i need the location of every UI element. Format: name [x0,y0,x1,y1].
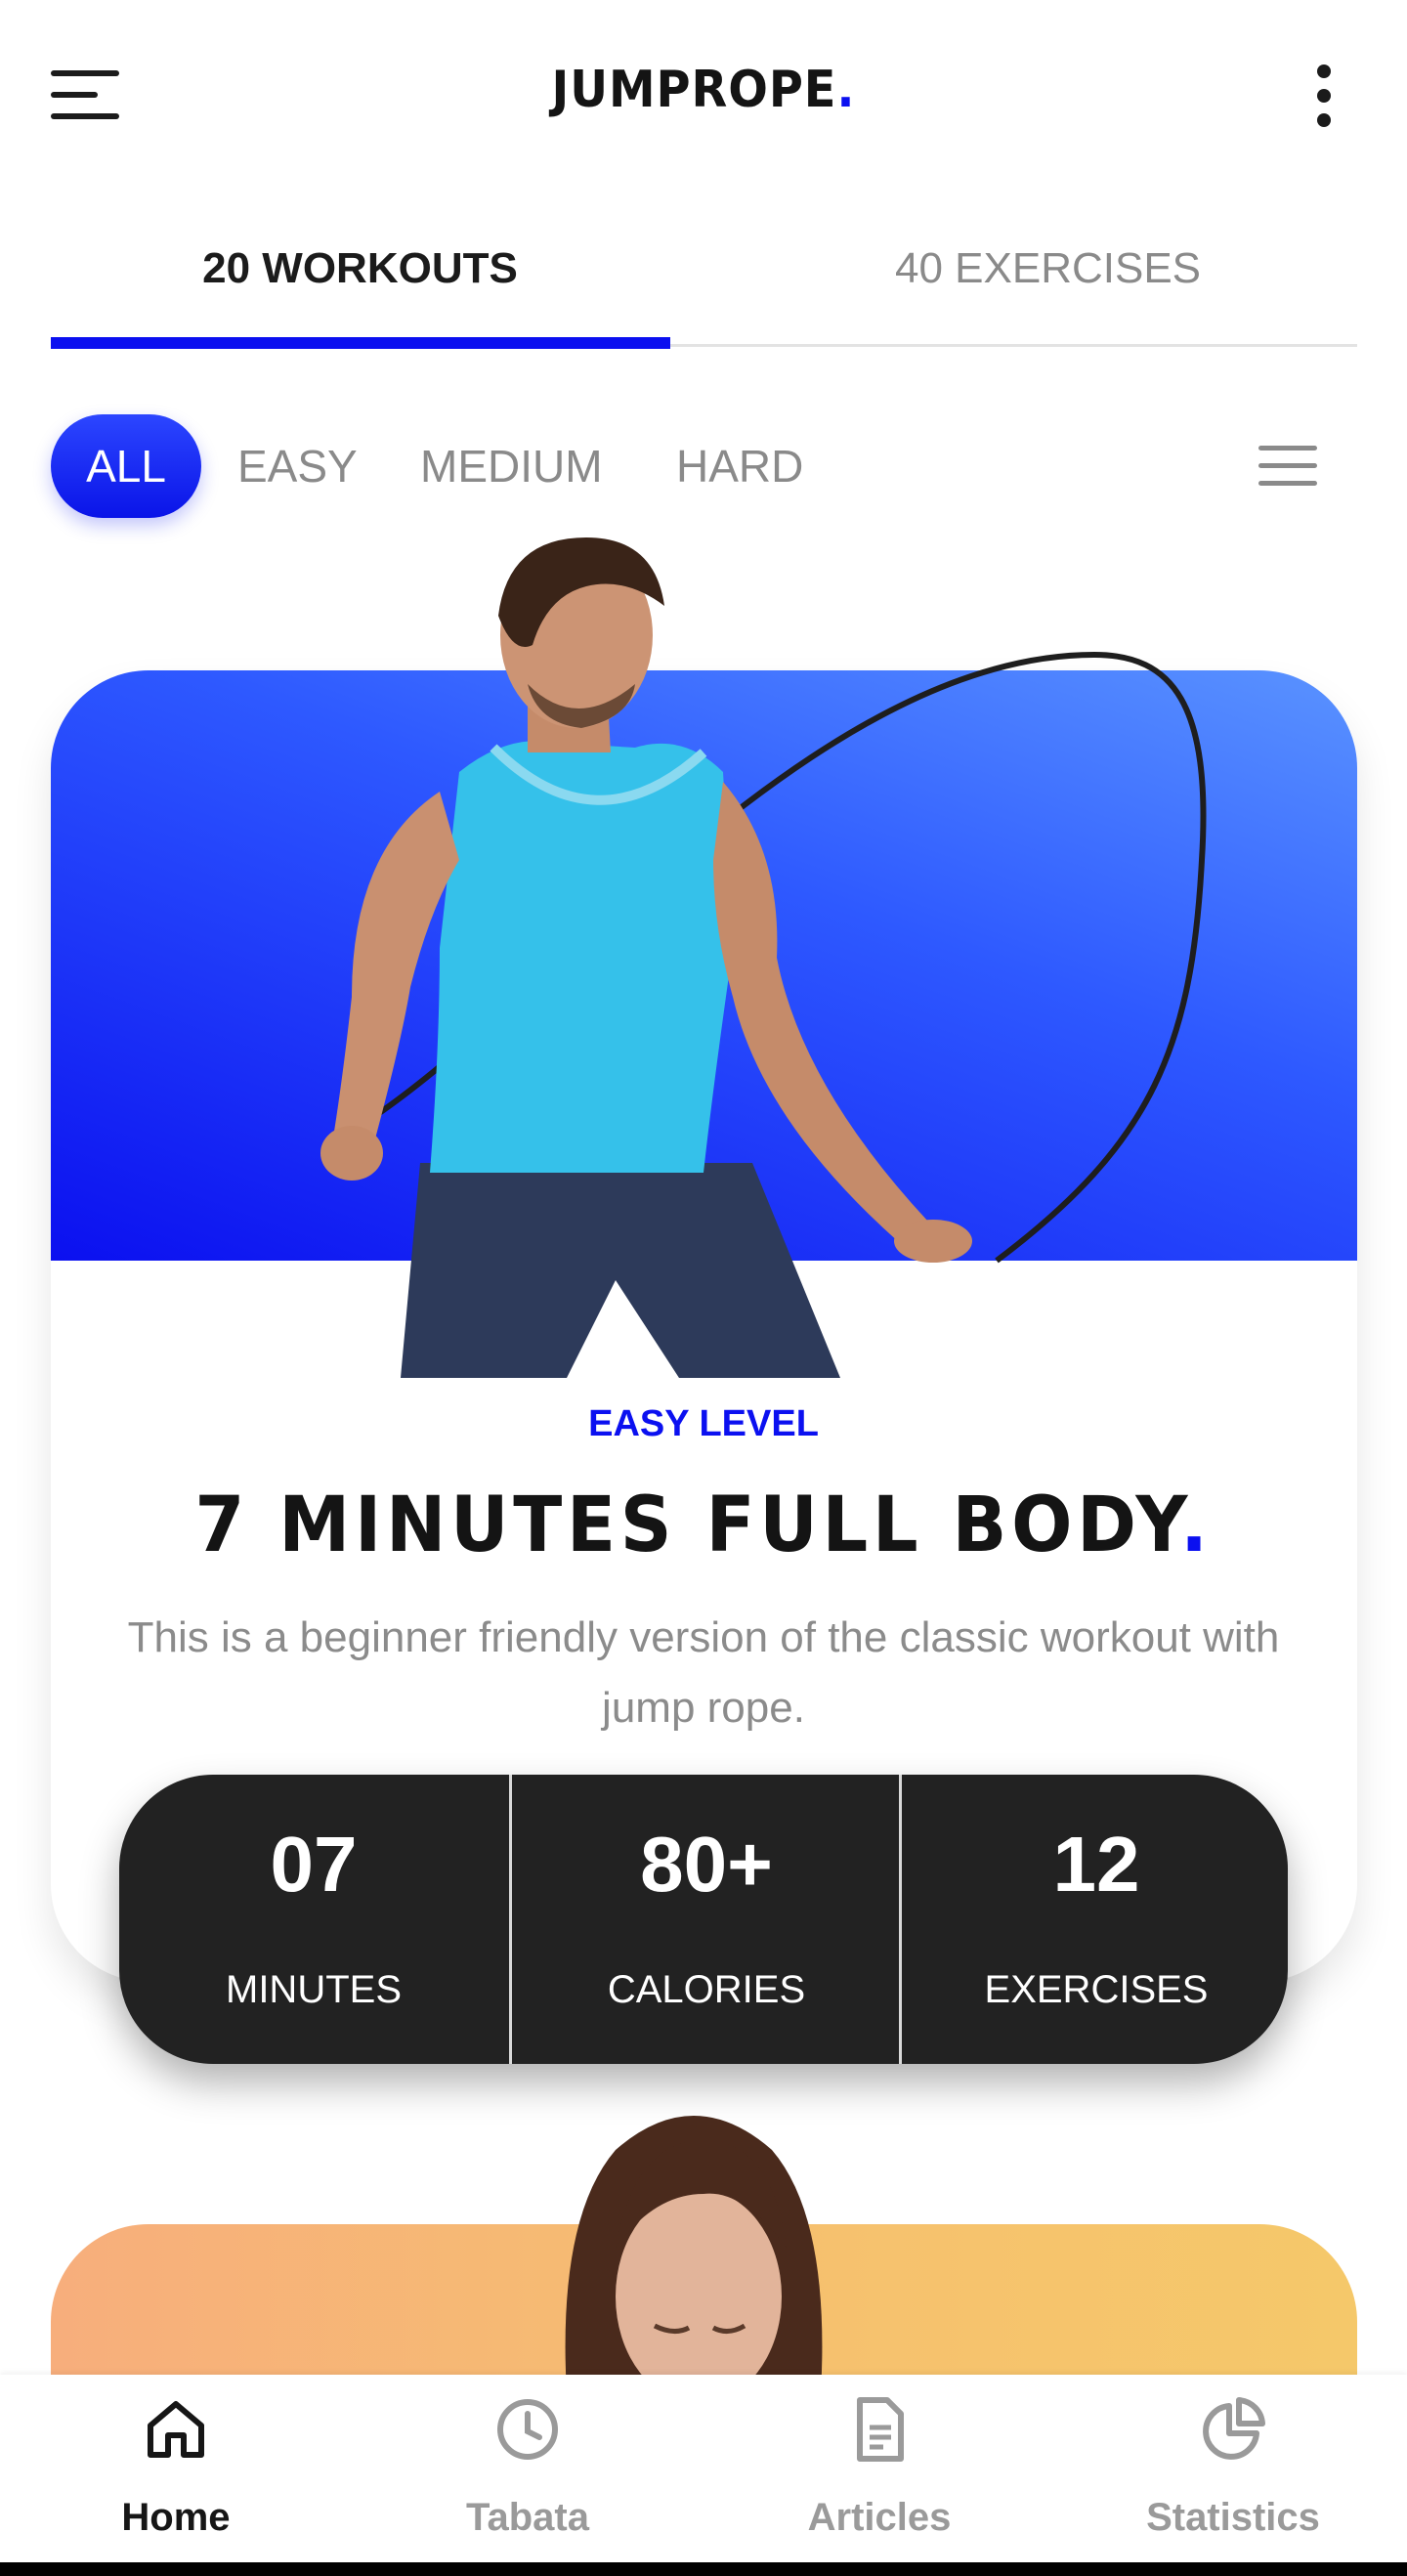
brand-text: JUMPROPE [551,61,837,119]
tab-exercises[interactable]: 40 EXERCISES [739,244,1357,293]
workout-description: This is a beginner friendly version of t… [127,1613,1280,1732]
tab-bar: 20 WORKOUTS 40 EXERCISES [51,215,1357,349]
stat-calories-label: CALORIES [607,1968,806,2011]
stat-calories: 80+ CALORIES [509,1775,901,2064]
stat-exercises-value: 12 [1052,1821,1140,1908]
nav-home[interactable]: Home [29,2394,322,2551]
document-icon [857,2397,904,2462]
bottom-navigation: Home Tabata Articles Statistics [0,2375,1407,2562]
system-gesture-bar [0,2562,1407,2576]
workout-level: EASY LEVEL [588,1403,819,1444]
woman-workout-image [565,2116,823,2394]
clock-icon [497,2399,558,2460]
stat-minutes-value: 07 [270,1821,358,1908]
tab-workouts[interactable]: 20 WORKOUTS [51,244,669,293]
difficulty-filter: ALL EASY MEDIUM HARD [51,414,1357,520]
nav-articles[interactable]: Articles [733,2394,1026,2551]
filter-chip-easy[interactable]: EASY [237,414,358,518]
stat-exercises-label: EXERCISES [984,1968,1209,2011]
workout-title-dot: . [1180,1481,1213,1569]
sort-list-icon[interactable] [1258,444,1317,487]
stat-calories-value: 80+ [640,1821,773,1908]
nav-statistics-label: Statistics [1146,2496,1320,2539]
workout-title: 7 MINUTES FULL BODY. [42,1481,1365,1569]
brand-dot: . [836,61,856,119]
workout-title-text: 7 MINUTES FULL BODY [194,1481,1181,1569]
home-icon [148,2401,204,2458]
nav-articles-label: Articles [807,2496,952,2539]
filter-chip-medium[interactable]: MEDIUM [420,414,603,518]
pie-chart-icon [1203,2397,1265,2460]
stat-minutes: 07 MINUTES [119,1775,508,2064]
app-logo: JUMPROPE. [57,61,1351,119]
nav-statistics[interactable]: Statistics [1087,2394,1380,2551]
tab-active-indicator [51,337,670,349]
filter-chip-hard[interactable]: HARD [676,414,803,518]
stat-minutes-label: MINUTES [226,1968,402,2011]
more-options-icon[interactable] [1309,63,1339,131]
nav-home-label: Home [121,2496,231,2539]
app-header: JUMPROPE. [0,0,1407,195]
nav-tabata-label: Tabata [466,2496,589,2539]
workout-stats: 07 MINUTES 80+ CALORIES 12 EXERCISES [119,1775,1288,2064]
filter-chip-all[interactable]: ALL [51,414,201,518]
nav-tabata[interactable]: Tabata [381,2394,674,2551]
athlete-jumping-rope-image [320,537,1207,1378]
stat-exercises: 12 EXERCISES [899,1775,1291,2064]
